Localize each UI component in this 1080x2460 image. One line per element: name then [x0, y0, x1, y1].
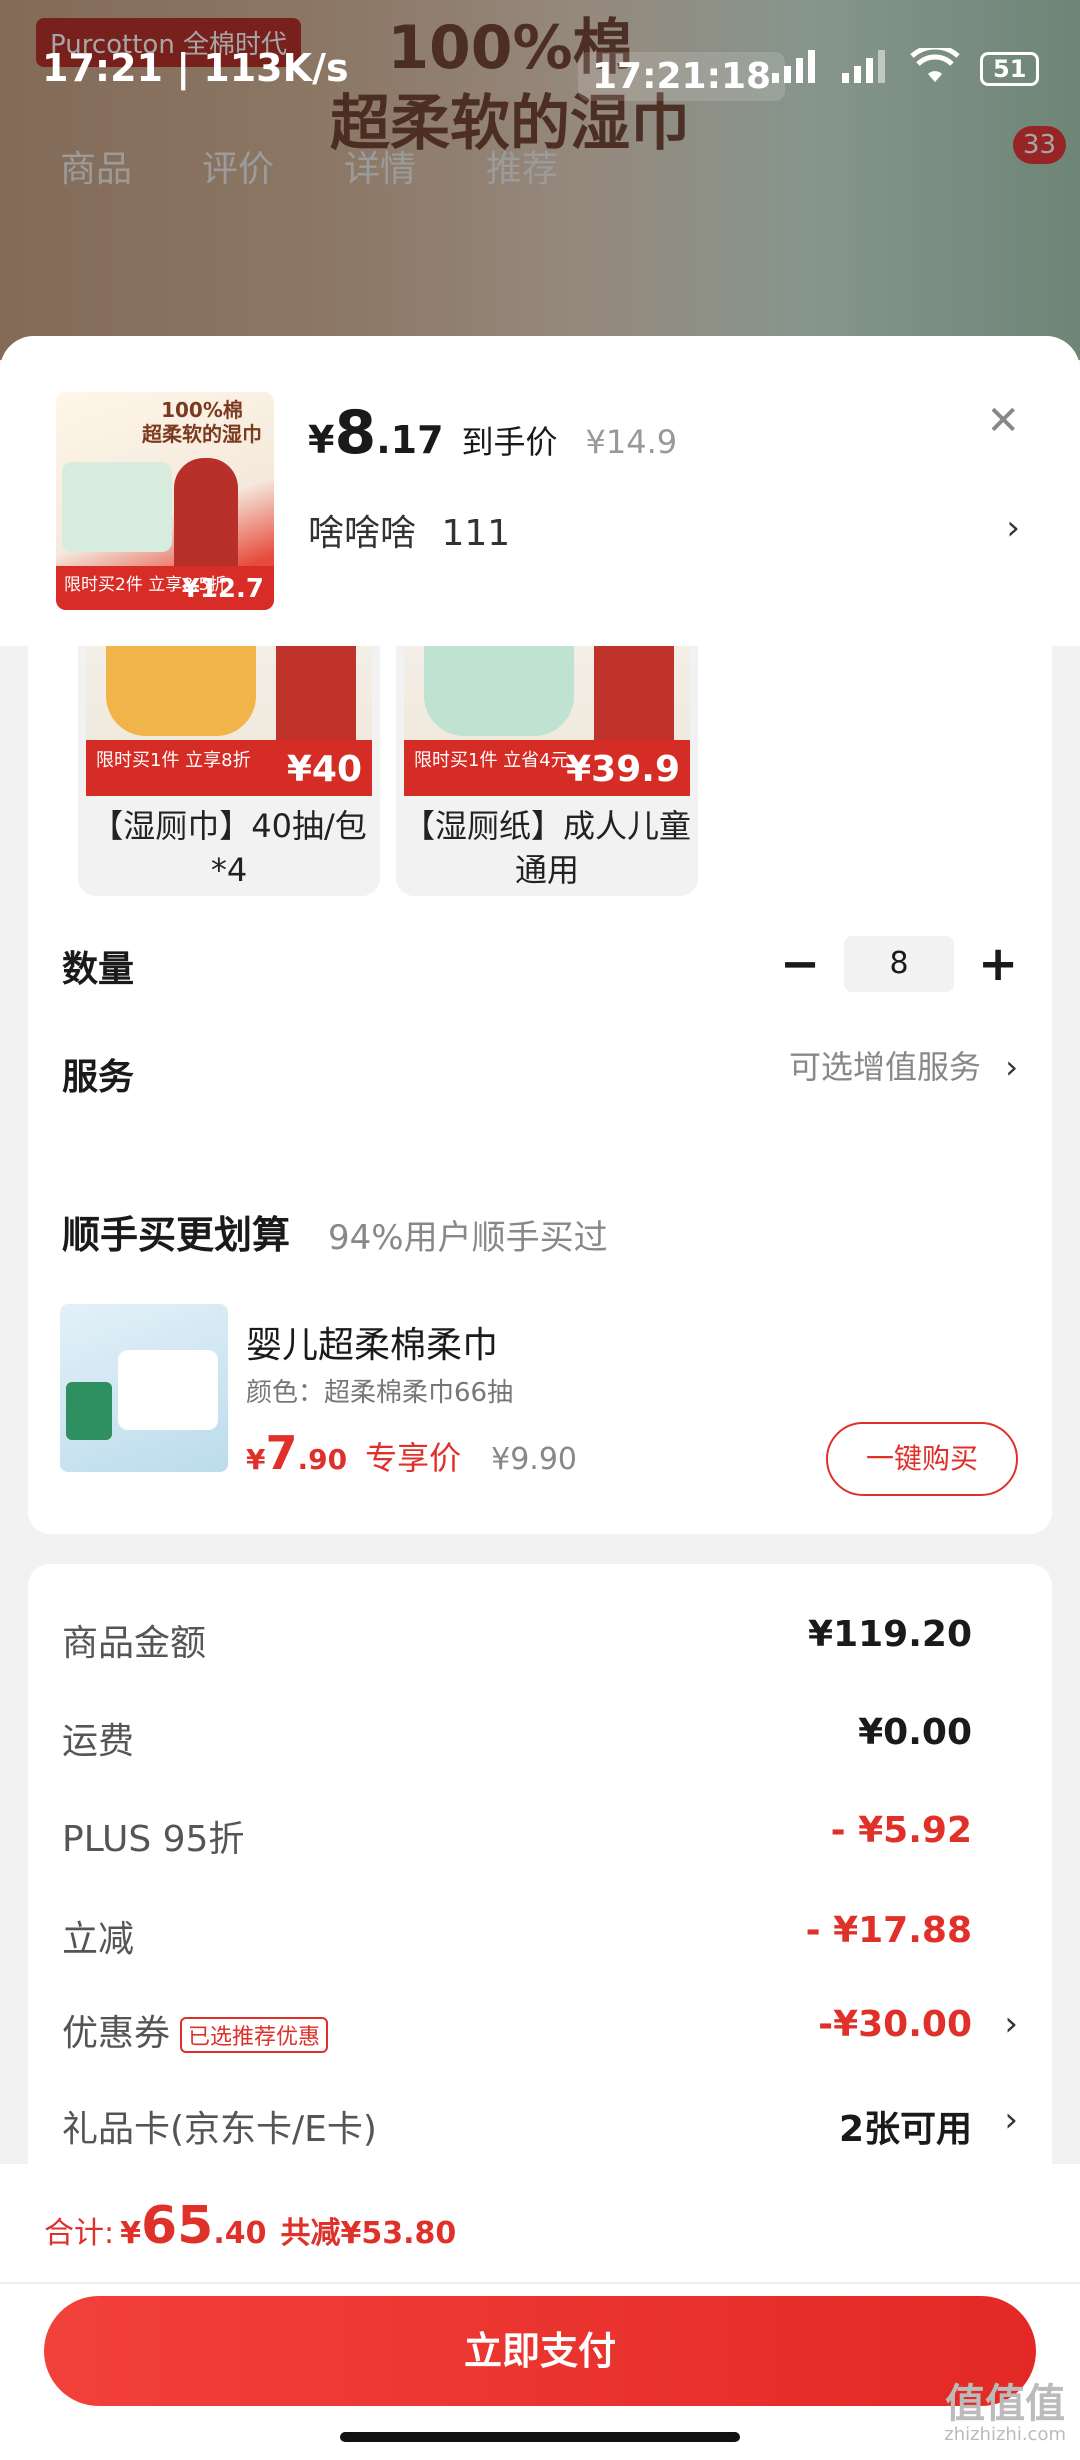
status-time: 17:21 | 113K/s — [42, 46, 349, 90]
total-label: 合计: — [44, 2216, 115, 2251]
summary-value: ¥119.20 — [808, 1614, 972, 1655]
price-currency: ¥ — [308, 418, 335, 462]
total-decimal: .40 — [213, 2216, 267, 2251]
recommend-price-currency: ¥ — [246, 1443, 266, 1476]
summary-row-shipping: 运费 ¥0.00 — [62, 1712, 1018, 1772]
service-selector[interactable]: 可选增值服务 › — [789, 1042, 1018, 1088]
site-watermark: 值值值 zhizhizhi.com — [944, 2384, 1066, 2446]
summary-row-gift-card[interactable]: 礼品卡(京东卡/E卡) 2张可用 › — [62, 2100, 1018, 2160]
status-bar: 17:21 | 113K/s 17:21:18 51 — [0, 0, 1080, 140]
recommend-price-label: 专享价 — [365, 1439, 462, 1477]
summary-label: 优惠券 已选推荐优惠 — [62, 2004, 329, 2056]
floating-clock: 17:21:18 — [578, 52, 786, 101]
original-price: ¥14.9 — [585, 423, 678, 461]
divider — [0, 2282, 1080, 2284]
thumb-model — [174, 458, 238, 568]
variant-option[interactable]: 限时买1件 立享8折 ¥40 【湿厕巾】40抽/包*4 — [78, 646, 380, 896]
price-summary-card: 商品金额 ¥119.20 运费 ¥0.00 PLUS 95折 - ¥5.92 立… — [28, 1564, 1052, 2204]
quantity-stepper: − 8 + — [780, 936, 1018, 992]
product-price: ¥ 8 .17 到手价 ¥14.9 — [308, 398, 677, 468]
service-chevron-icon: › — [1005, 1048, 1018, 1086]
recommend-price-decimal: .90 — [297, 1443, 348, 1476]
summary-label: 立减 — [62, 1919, 135, 1960]
checkout-footer: 合计: ¥ 65 .40 共减¥53.80 立即支付 — [0, 2164, 1080, 2460]
spec-chevron-icon[interactable]: › — [1006, 508, 1020, 548]
thumb-package — [62, 462, 172, 552]
summary-row-goods: 商品金额 ¥119.20 — [62, 1614, 1018, 1674]
summary-label: 礼品卡(京东卡/E卡) — [62, 2109, 377, 2150]
quantity-input[interactable]: 8 — [844, 936, 954, 992]
product-thumbnail[interactable]: 100%棉 超柔软的湿巾 限时买2件 立享8.5折 ¥12.7 — [56, 392, 274, 610]
variant-name: 【湿厕纸】成人儿童通用 — [402, 807, 691, 889]
price-integer: 8 — [334, 398, 377, 468]
recommend-original-price: ¥9.90 — [491, 1442, 578, 1477]
one-click-buy-button[interactable]: 一键购买 — [826, 1422, 1018, 1496]
variant-model — [276, 646, 356, 746]
summary-value: 2张可用 — [838, 2109, 972, 2150]
recommend-name[interactable]: 婴儿超柔棉柔巾 — [246, 1316, 498, 1368]
product-header: 100%棉 超柔软的湿巾 限时买2件 立享8.5折 ¥12.7 ¥ 8 .17 … — [0, 336, 1080, 646]
recommend-package — [118, 1350, 218, 1430]
service-label: 服务 — [62, 1057, 135, 1098]
status-icons: 51 — [770, 44, 1040, 90]
battery-icon: 51 — [980, 52, 1040, 86]
summary-value: - ¥5.92 — [830, 1810, 972, 1851]
recommend-price-tag — [66, 1382, 112, 1440]
thumb-price: ¥12.7 — [181, 574, 264, 604]
summary-label: 商品金额 — [62, 1623, 207, 1664]
summary-value: - ¥17.88 — [805, 1910, 972, 1951]
recommend-title: 顺手买更划算 — [62, 1213, 291, 1257]
variant-option[interactable]: 限时买1件 立省4元 ¥39.9 【湿厕纸】成人儿童通用 — [396, 646, 698, 896]
coupon-label: 优惠券 — [62, 2013, 171, 2054]
total-integer: 65 — [140, 2196, 214, 2256]
recommend-desc: 颜色：超柔棉柔巾66抽 — [246, 1378, 514, 1408]
quantity-minus-button[interactable]: − — [780, 936, 820, 992]
quantity-label: 数量 — [62, 949, 135, 990]
variant-price: ¥40 — [286, 749, 362, 790]
summary-row-coupon[interactable]: 优惠券 已选推荐优惠 -¥30.00 › — [62, 2004, 1018, 2064]
variant-image: 限时买1件 立享8折 ¥40 — [86, 646, 372, 796]
variant-product-shape — [424, 646, 574, 736]
signal-icon — [770, 49, 820, 89]
watermark-url: zhizhizhi.com — [944, 2424, 1066, 2445]
summary-label: PLUS 95折 — [62, 1819, 245, 1860]
summary-value: -¥30.00 — [818, 2004, 972, 2045]
summary-row-instant-off: 立减 - ¥17.88 — [62, 1910, 1018, 1970]
variant-price: ¥39.9 — [566, 749, 680, 790]
recommend-price-integer: 7 — [265, 1426, 298, 1480]
recommend-card: 顺手买更划算 94%用户顺手买过 婴儿超柔棉柔巾 颜色：超柔棉柔巾66抽 ¥ 7… — [28, 1168, 1052, 1534]
quantity-plus-button[interactable]: + — [978, 936, 1018, 992]
purchase-sheet: 100%棉 超柔软的湿巾 限时买2件 立享8.5折 ¥12.7 ¥ 8 .17 … — [0, 336, 1080, 2460]
total-saved: 共减¥53.80 — [280, 2216, 457, 2251]
service-value: 可选增值服务 — [789, 1048, 982, 1086]
gift-card-chevron-icon: › — [1004, 2100, 1018, 2140]
coupon-chevron-icon: › — [1004, 2004, 1018, 2044]
price-label: 到手价 — [461, 423, 558, 461]
variant-product-shape — [106, 646, 256, 736]
summary-label: 运费 — [62, 1721, 135, 1762]
price-decimal: .17 — [376, 418, 444, 462]
variant-model — [594, 646, 674, 746]
recommend-subtitle: 94%用户顺手买过 — [328, 1218, 608, 1258]
variant-image: 限时买1件 立省4元 ¥39.9 — [404, 646, 690, 796]
summary-value: ¥0.00 — [858, 1712, 972, 1753]
coupon-recommended-badge: 已选推荐优惠 — [180, 2017, 329, 2053]
order-total: 合计: ¥ 65 .40 共减¥53.80 — [44, 2196, 456, 2256]
variant-name: 【湿厕巾】40抽/包*4 — [91, 807, 367, 889]
selected-spec[interactable]: 啥啥啥 111 — [308, 504, 510, 556]
total-currency: ¥ — [120, 2216, 141, 2251]
recommend-price: ¥ 7 .90 专享价 ¥9.90 — [246, 1426, 577, 1480]
wifi-icon — [910, 44, 960, 90]
recommend-thumbnail[interactable] — [60, 1304, 228, 1472]
close-icon[interactable]: ✕ — [986, 398, 1020, 444]
home-indicator[interactable] — [340, 2432, 740, 2442]
summary-row-plus-discount: PLUS 95折 - ¥5.92 — [62, 1810, 1018, 1870]
pay-now-button[interactable]: 立即支付 — [44, 2296, 1036, 2406]
watermark-text: 值值值 — [945, 2381, 1066, 2427]
thumb-title: 100%棉 超柔软的湿巾 — [142, 398, 262, 446]
signal-icon-2 — [840, 49, 890, 89]
